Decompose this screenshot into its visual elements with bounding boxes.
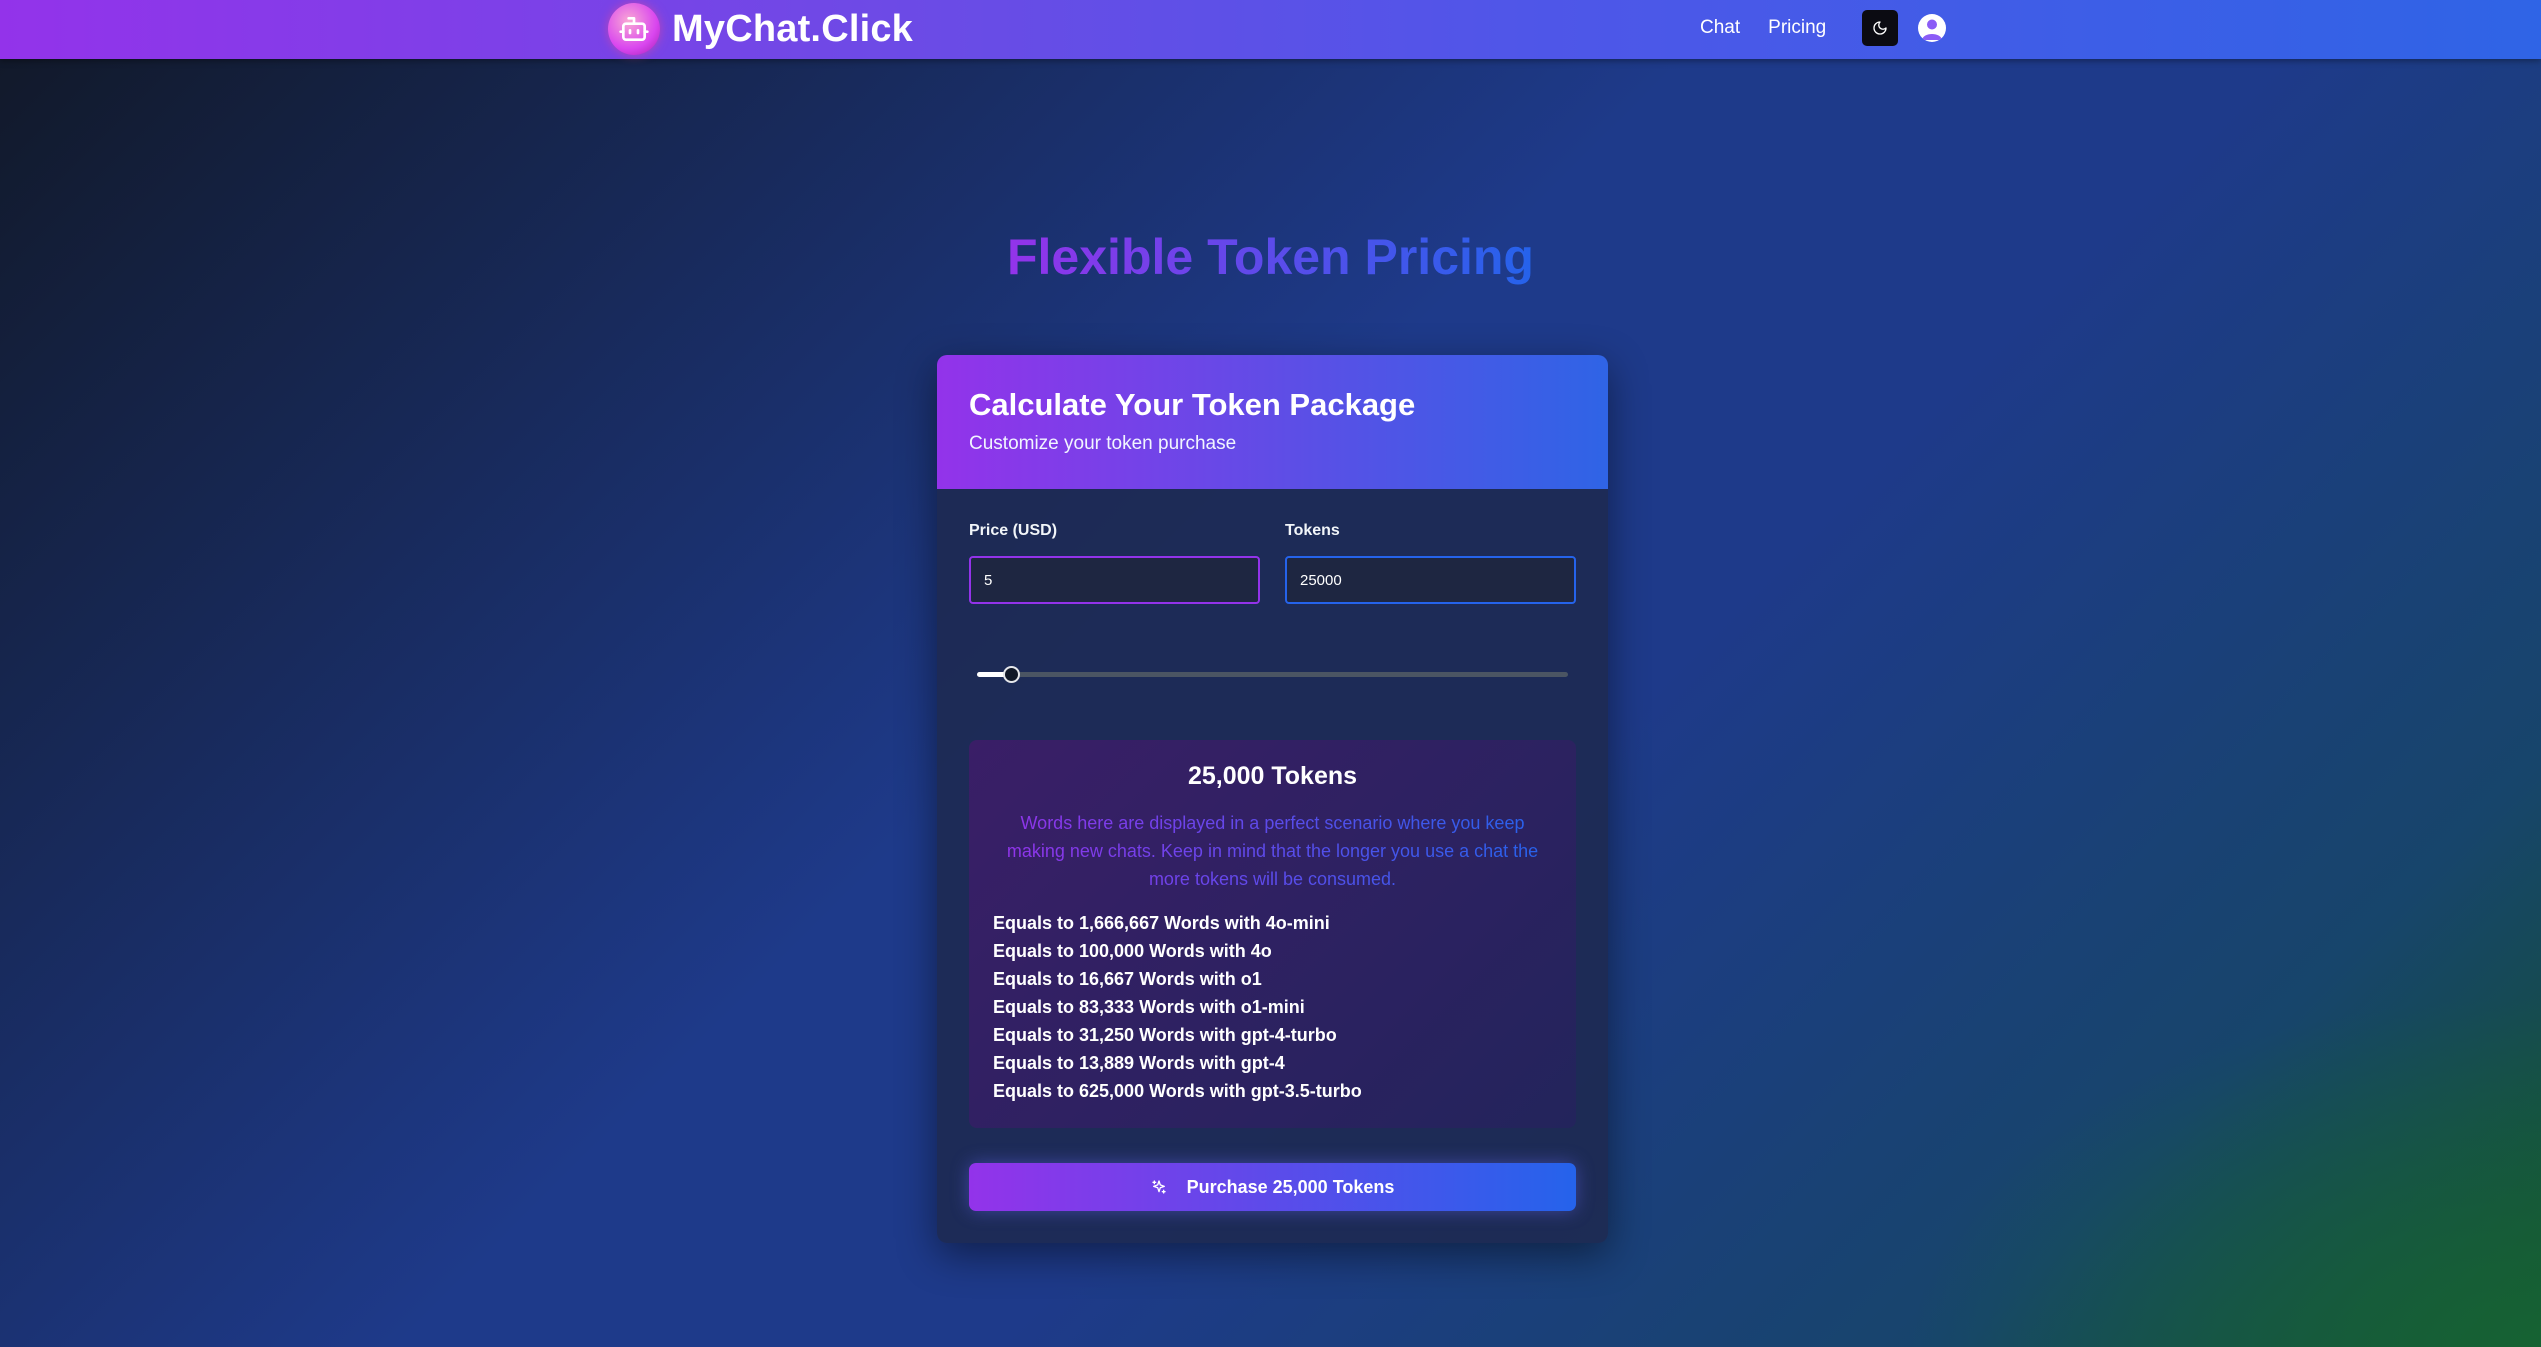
moon-icon [1872,20,1888,36]
navbar: MyChat.Click Chat Pricing [0,0,2541,59]
nav-links: Chat Pricing [1700,0,1947,56]
list-item: Equals to 625,000 Words with gpt-3.5-tur… [993,1081,1362,1101]
nav-link-chat[interactable]: Chat [1700,17,1740,39]
page-title: Flexible Token Pricing [0,228,2541,286]
list-item: Equals to 16,667 Words with o1 [993,969,1262,989]
brand-name: MyChat.Click [672,7,914,50]
purchase-button-label: Purchase 25,000 Tokens [1186,1176,1395,1197]
theme-toggle-button[interactable] [1862,10,1899,46]
list-item: Equals to 13,889 Words with gpt-4 [993,1053,1285,1073]
brand[interactable]: MyChat.Click [608,2,913,56]
list-item: Equals to 100,000 Words with 4o [993,941,1272,961]
robot-icon [608,3,660,55]
input-row: Price (USD) Tokens [969,522,1576,604]
price-field: Price (USD) [969,522,1260,604]
nav-link-pricing[interactable]: Pricing [1768,17,1826,39]
summary-note: Words here are displayed in a perfect sc… [993,809,1552,893]
price-label: Price (USD) [969,522,1058,539]
token-summary: 25,000 Tokens Words here are displayed i… [969,740,1576,1128]
price-input[interactable] [969,556,1260,604]
slider-thumb[interactable] [1003,666,1020,683]
sparkle-icon [1151,1179,1167,1195]
card-title: Calculate Your Token Package [969,387,1416,422]
list-item: Equals to 83,333 Words with o1-mini [993,997,1305,1017]
list-item: Equals to 1,666,667 Words with 4o-mini [993,913,1330,933]
card-subtitle: Customize your token purchase [969,433,1237,454]
tokens-field: Tokens [1285,522,1576,604]
tokens-label: Tokens [1285,522,1340,539]
card-header: Calculate Your Token Package Customize y… [937,355,1608,489]
tokens-input[interactable] [1285,556,1576,604]
purchase-button[interactable]: Purchase 25,000 Tokens [969,1163,1576,1211]
token-calculator-card: Calculate Your Token Package Customize y… [937,355,1608,1243]
list-item: Equals to 31,250 Words with gpt-4-turbo [993,1025,1337,1045]
token-slider[interactable] [977,664,1568,684]
user-icon [1918,14,1946,42]
summary-title: 25,000 Tokens [1187,762,1358,790]
page-title-text: Flexible Token Pricing [1007,229,1534,285]
user-avatar[interactable] [1918,14,1947,42]
slider-track[interactable] [977,672,1568,677]
equivalents-list: Equals to 1,666,667 Words with 4o-mini E… [993,909,1552,1105]
